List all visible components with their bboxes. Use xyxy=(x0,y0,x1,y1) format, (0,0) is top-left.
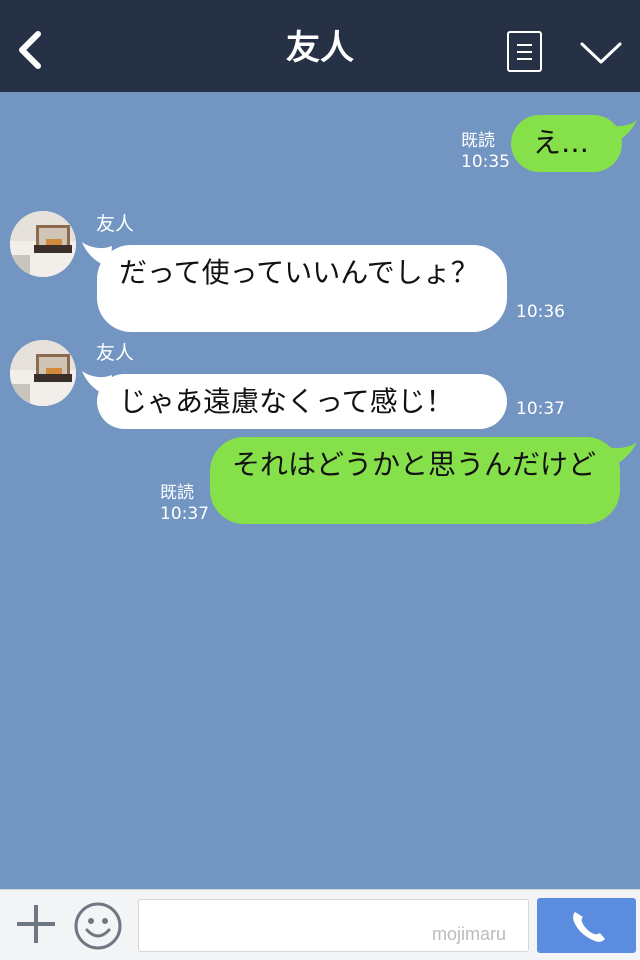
message-composer: mojimaru xyxy=(0,889,640,960)
expand-button[interactable] xyxy=(578,34,624,74)
message-bubble[interactable]: じゃあ遠慮なくって感じ！ xyxy=(97,374,507,429)
add-button[interactable] xyxy=(14,902,58,946)
chat-header: 友人 xyxy=(0,0,640,92)
chevron-left-icon xyxy=(19,31,41,69)
message-text: だって使っていいんでしょ？ xyxy=(119,256,479,289)
back-button[interactable] xyxy=(12,28,48,72)
avatar[interactable] xyxy=(10,340,76,406)
read-status: 既読 10:37 xyxy=(160,483,209,525)
menu-button[interactable] xyxy=(507,31,542,72)
avatar-image xyxy=(10,211,76,277)
sender-name: 友人 xyxy=(96,342,135,364)
bubble-tail xyxy=(606,120,637,144)
message-bubble[interactable]: それはどうかと思うんだけど xyxy=(210,437,620,524)
message-input[interactable] xyxy=(138,899,529,952)
read-label: 既読 xyxy=(461,131,495,151)
emoji-button[interactable] xyxy=(72,900,124,952)
bubble-tail xyxy=(604,442,637,468)
phone-icon xyxy=(573,912,605,942)
message-time: 10:35 xyxy=(461,152,510,172)
avatar-image xyxy=(10,340,76,406)
message-text: じゃあ遠慮なくって感じ！ xyxy=(119,385,454,418)
smiley-icon xyxy=(74,902,122,950)
message-time: 10:37 xyxy=(160,504,209,524)
message-time: 10:36 xyxy=(516,302,565,322)
message-time: 10:37 xyxy=(516,399,565,419)
call-button[interactable] xyxy=(537,898,636,953)
plus-icon xyxy=(17,905,55,943)
chevron-down-icon xyxy=(580,42,622,64)
sender-name: 友人 xyxy=(96,213,135,235)
read-label: 既読 xyxy=(160,483,194,503)
avatar[interactable] xyxy=(10,211,76,277)
chat-area[interactable]: 既読 10:35 え… 友人 だって使っていいんでしょ？ 10:36 友人 じゃ… xyxy=(0,92,640,889)
message-bubble[interactable]: だって使っていいんでしょ？ xyxy=(97,245,507,332)
message-text: それはどうかと思うんだけど xyxy=(232,448,597,481)
read-status: 既読 10:35 xyxy=(461,131,510,173)
chat-title: 友人 xyxy=(286,28,354,68)
message-text: え… xyxy=(533,126,590,159)
